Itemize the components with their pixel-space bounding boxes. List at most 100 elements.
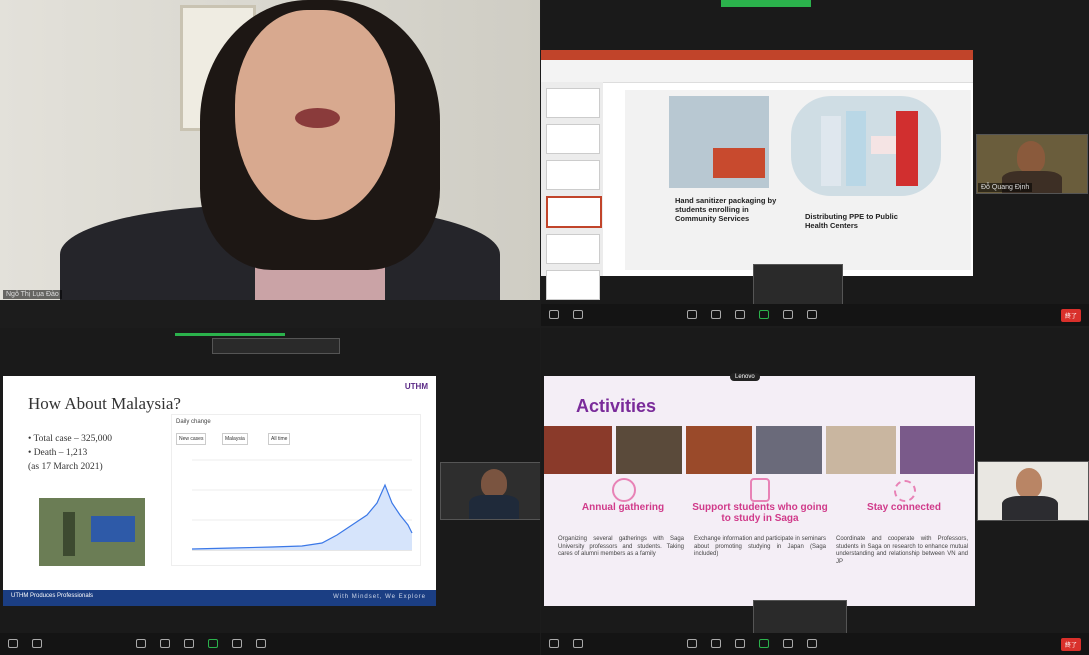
video-button[interactable]: [32, 639, 42, 649]
participant-body: [1002, 496, 1058, 520]
activity-photo: [544, 426, 612, 474]
people-icon: [711, 310, 721, 319]
thumbnail-name-tag: Đỗ Quang Định: [978, 183, 1033, 192]
record-icon: [232, 639, 242, 648]
uthm-logo: UTHM: [404, 382, 428, 391]
lenovo-badge: Lenovo: [730, 373, 760, 381]
zoom-toolbar: 終了: [541, 633, 1089, 655]
bullet-death: • Death – 1,213: [28, 448, 88, 458]
chat-button[interactable]: [735, 639, 745, 649]
col3-title: Stay connected: [867, 502, 941, 513]
col1-body: Organizing several gatherings with Saga …: [558, 536, 684, 557]
mic-button[interactable]: [549, 310, 559, 320]
share-screen-malaysia: UTHM How About Malaysia? • Total case – …: [0, 328, 540, 655]
participant-face: [1016, 468, 1042, 498]
mic-button[interactable]: [8, 639, 18, 649]
covid-curve: [191, 459, 413, 551]
chat-button[interactable]: [735, 310, 745, 320]
zoom-toolbar: [0, 633, 540, 655]
target-icon: [612, 478, 636, 502]
current-slide: Hand sanitizer packaging by students enr…: [625, 90, 971, 270]
slide-thumb[interactable]: [546, 124, 600, 154]
record-button[interactable]: [783, 310, 793, 320]
network-icon: [894, 480, 916, 502]
activity-photo: [900, 426, 974, 474]
security-button[interactable]: [687, 310, 697, 320]
sharing-notice[interactable]: [212, 338, 340, 354]
share-button[interactable]: [759, 639, 769, 649]
roadblock-sign: [91, 516, 135, 542]
people-icon: [711, 639, 721, 648]
ppe-person: [846, 111, 866, 186]
cases-area: [192, 485, 412, 550]
participant-thumbnail[interactable]: [977, 461, 1089, 521]
shield-icon: [687, 639, 697, 648]
mic-icon: [8, 639, 18, 648]
slide-thumb-selected[interactable]: [546, 196, 602, 228]
chat-icon: [735, 639, 745, 648]
end-button[interactable]: 終了: [1060, 637, 1081, 651]
ppt-title-bar: [541, 50, 973, 60]
col3-body: Coordinate and cooperate with Professors…: [836, 536, 968, 565]
bullet-date: (as 17 March 2021): [28, 462, 103, 472]
ppe-box: [871, 136, 897, 154]
participant-face: [1017, 141, 1045, 173]
video-button[interactable]: [573, 639, 583, 649]
security-button[interactable]: [687, 639, 697, 649]
slide-title: How About Malaysia?: [28, 394, 181, 413]
share-button[interactable]: [759, 310, 769, 320]
reactions-button[interactable]: [256, 639, 266, 649]
participant-face: [481, 469, 507, 497]
roadblock-photo: [39, 498, 145, 566]
slide-thumb[interactable]: [546, 160, 600, 190]
participant-thumbnail[interactable]: [440, 462, 540, 520]
video-icon: [573, 310, 583, 319]
col2-body: Exchange information and participate in …: [694, 536, 826, 557]
smile-icon: [807, 310, 817, 319]
reactions-button[interactable]: [807, 639, 817, 649]
security-button[interactable]: [136, 639, 146, 649]
participants-button[interactable]: [711, 310, 721, 320]
end-button[interactable]: 終了: [1060, 308, 1081, 322]
record-icon: [783, 639, 793, 648]
slide-thumbnails[interactable]: [541, 82, 603, 300]
activity-photo: [826, 426, 896, 474]
reactions-button[interactable]: [807, 310, 817, 320]
participants-button[interactable]: [711, 639, 721, 649]
chat-icon: [184, 639, 194, 648]
sanitizer-bottles: [713, 148, 765, 178]
col2-title: Support students who going to study in S…: [692, 502, 828, 524]
activity-photo: [686, 426, 752, 474]
sanitizer-photo: [669, 96, 769, 188]
mic-button[interactable]: [549, 639, 559, 649]
participant-body: [469, 495, 519, 519]
participant-thumbnail[interactable]: Đỗ Quang Định: [976, 134, 1088, 194]
share-screen-powerpoint: Hand sanitizer packaging by students enr…: [541, 0, 1089, 326]
video-button[interactable]: [573, 310, 583, 320]
slide-footer: UTHM Produces Professionals With Mindset…: [3, 590, 436, 606]
participants-button[interactable]: [160, 639, 170, 649]
chat-notification[interactable]: [753, 600, 847, 636]
chat-button[interactable]: [184, 639, 194, 649]
speaker-mouth: [295, 108, 340, 128]
slide-thumb[interactable]: [546, 234, 600, 264]
video-icon: [32, 639, 42, 648]
activity-photo: [616, 426, 682, 474]
ppe-person: [821, 116, 841, 186]
ppt-ribbon[interactable]: [541, 60, 973, 83]
chat-notification[interactable]: [753, 264, 843, 306]
footer-left-text: UTHM Produces Professionals: [11, 593, 94, 599]
slide-thumb[interactable]: [546, 270, 600, 300]
sharing-banner[interactable]: [721, 0, 811, 7]
record-button[interactable]: [783, 639, 793, 649]
smile-icon: [256, 639, 266, 648]
share-icon: [208, 639, 218, 648]
shield-icon: [687, 310, 697, 319]
current-slide: UTHM How About Malaysia? • Total case – …: [3, 376, 436, 606]
slide-thumb[interactable]: [546, 88, 600, 118]
col1-title: Annual gathering: [581, 502, 665, 513]
record-button[interactable]: [232, 639, 242, 649]
slide-caption-1: Hand sanitizer packaging by students enr…: [675, 196, 777, 223]
share-button[interactable]: [208, 639, 218, 649]
current-slide: Lenovo Activities Annual gathering Suppo…: [544, 373, 975, 606]
